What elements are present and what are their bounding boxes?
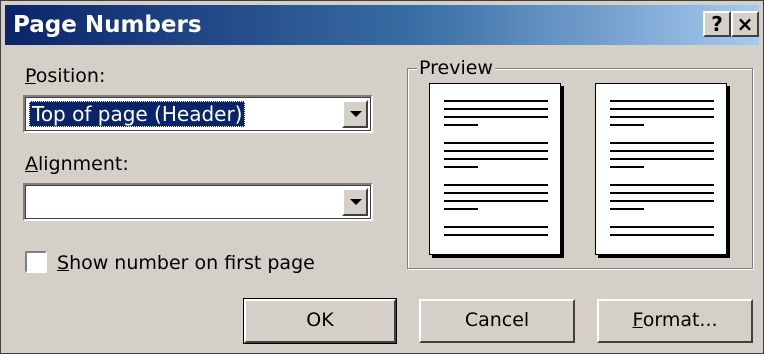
text-line — [610, 142, 714, 144]
cancel-button[interactable]: Cancel — [419, 299, 575, 343]
page-numbers-dialog: Page Numbers ? × Position: Top of page (… — [0, 0, 764, 354]
text-line — [610, 226, 714, 228]
ok-button[interactable]: OK — [243, 298, 397, 344]
position-value: Top of page (Header) — [29, 101, 246, 127]
text-line — [610, 124, 644, 126]
text-line — [610, 200, 714, 202]
text-line — [610, 166, 644, 168]
position-dropdown-arrow-icon[interactable] — [342, 100, 368, 128]
text-line — [444, 184, 548, 186]
text-line — [610, 150, 714, 152]
text-line — [444, 234, 548, 236]
dialog-title: Page Numbers — [13, 12, 202, 38]
alignment-value — [29, 189, 35, 215]
text-line — [610, 108, 714, 110]
alignment-dropdown-arrow-icon[interactable] — [342, 188, 368, 216]
text-line — [444, 166, 478, 168]
position-dropdown[interactable]: Top of page (Header) — [23, 95, 373, 133]
position-label: Position: — [25, 65, 106, 87]
alignment-label: Alignment: — [25, 153, 129, 175]
show-number-first-page-checkbox[interactable] — [25, 251, 47, 273]
format-button[interactable]: Format... — [597, 299, 753, 343]
preview-title: Preview — [417, 57, 495, 79]
text-line — [444, 142, 548, 144]
text-line — [444, 108, 548, 110]
text-line — [444, 150, 548, 152]
text-line — [610, 100, 714, 102]
text-line — [610, 234, 714, 236]
text-line — [444, 226, 548, 228]
text-line — [610, 158, 714, 160]
text-line — [444, 116, 548, 118]
text-line — [610, 184, 714, 186]
preview-page-right — [595, 83, 727, 255]
text-line — [610, 116, 714, 118]
text-line — [444, 208, 478, 210]
text-line — [610, 192, 714, 194]
close-button[interactable]: × — [731, 11, 759, 37]
help-button[interactable]: ? — [703, 11, 731, 37]
show-number-first-page-label[interactable]: Show number on first page — [57, 252, 315, 274]
text-line — [444, 124, 478, 126]
text-line — [444, 200, 548, 202]
text-line — [610, 208, 644, 210]
text-line — [444, 100, 548, 102]
text-line — [444, 192, 548, 194]
text-line — [444, 158, 548, 160]
alignment-dropdown[interactable] — [23, 183, 373, 221]
title-bar: Page Numbers ? × — [5, 5, 759, 45]
preview-page-left — [429, 83, 561, 255]
